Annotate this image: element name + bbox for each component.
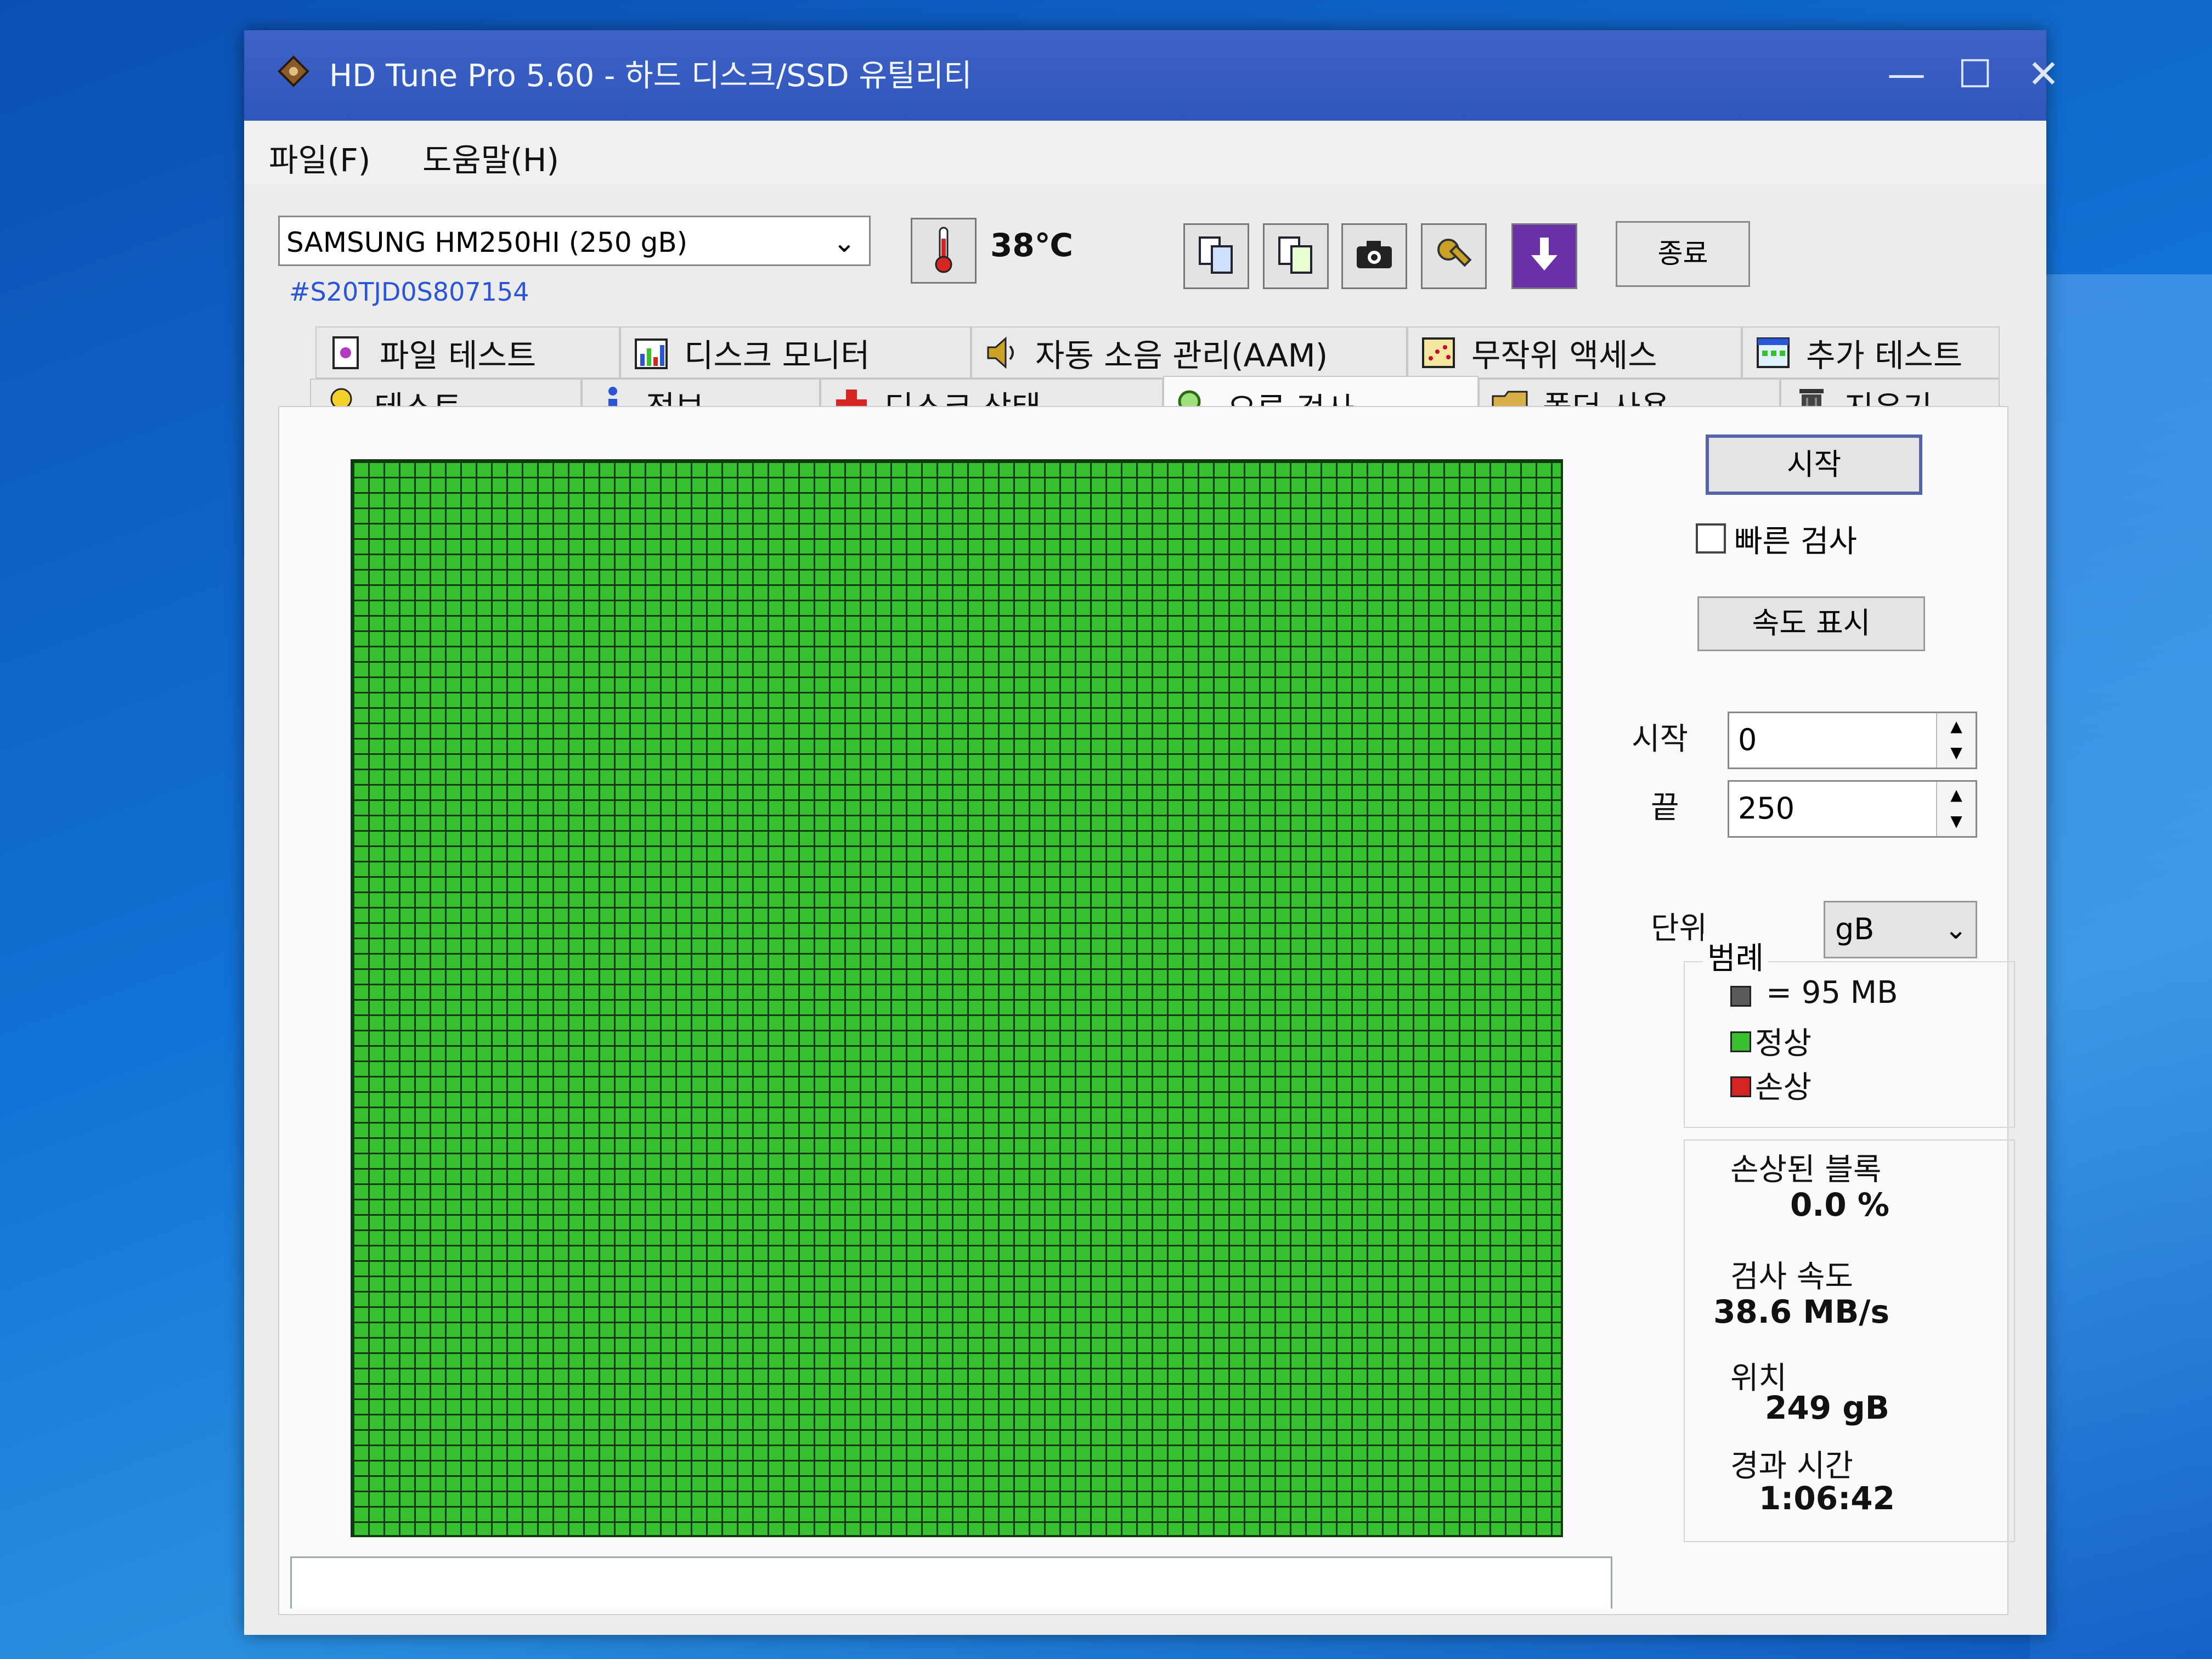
unit-label: 단위 [1651, 911, 1708, 946]
legend-damaged-label: 손상 [1755, 1070, 1812, 1105]
chevron-down-icon: ⌄ [833, 227, 856, 258]
elapsed-time-label: 경과 시간 [1730, 1448, 1853, 1484]
scan-speed-value: 38.6 MB/s [1713, 1293, 1889, 1330]
legend-ok-swatch [1730, 1031, 1751, 1052]
start-scan-button[interactable]: 시작 [1706, 435, 1922, 495]
drive-select-value: SAMSUNG HM250HI (250 gB) [286, 227, 688, 258]
extra-test-icon [1754, 334, 1792, 372]
end-spinner[interactable]: 250 ▲ ▼ [1728, 780, 1977, 838]
block-map-grid [351, 459, 1563, 1537]
wrench-icon [1432, 233, 1476, 279]
spinner-arrows-icon[interactable]: ▲ ▼ [1936, 782, 1976, 836]
scan-speed-label: 검사 속도 [1730, 1259, 1853, 1295]
disk-monitor-icon [632, 334, 670, 372]
drive-serial: #S20TJD0S807154 [289, 277, 529, 307]
copy-all-icon [1274, 233, 1318, 279]
legend-ok-label: 정상 [1755, 1026, 1812, 1062]
temperature-value: 38℃ [990, 227, 1073, 264]
exit-button[interactable]: 종료 [1616, 221, 1750, 287]
elapsed-time-value: 1:06:42 [1758, 1480, 1895, 1517]
menu-help[interactable]: 도움말(H) [422, 134, 559, 180]
tab-extra-tests[interactable]: 추가 테스트 [1742, 326, 2000, 379]
tab-disk-monitor[interactable]: 디스크 모니터 [620, 326, 971, 379]
camera-icon [1352, 233, 1396, 279]
tab-random-access[interactable]: 무작위 액세스 [1407, 326, 1742, 379]
minimize-button[interactable]: — [1871, 47, 1942, 101]
options-button[interactable] [1421, 223, 1487, 289]
close-button[interactable]: ✕ [2008, 47, 2079, 101]
window-title: HD Tune Pro 5.60 - 하드 디스크/SSD 유틸리티 [329, 58, 972, 94]
tab-aam[interactable]: 자동 소음 관리(AAM) [971, 326, 1407, 379]
screenshot-button[interactable] [1341, 223, 1407, 289]
download-arrow-icon [1522, 233, 1566, 279]
save-download-button[interactable] [1511, 223, 1577, 289]
end-value: 250 [1738, 791, 1795, 826]
drive-select[interactable]: SAMSUNG HM250HI (250 gB) ⌄ [278, 216, 871, 266]
unit-select[interactable]: gB ⌄ [1824, 901, 1977, 958]
unit-value: gB [1835, 912, 1875, 946]
end-label: 끝 [1651, 790, 1679, 826]
thermometer-icon [930, 225, 957, 276]
quick-scan-checkbox[interactable] [1696, 523, 1726, 554]
chevron-down-icon: ⌄ [1944, 913, 1967, 945]
copy-all-button[interactable] [1263, 223, 1329, 289]
legend-block-size: = 95 MB [1766, 975, 1898, 1011]
menu-bar: 파일(F) 도움말(H) [244, 121, 2046, 185]
spinner-arrows-icon[interactable]: ▲ ▼ [1936, 713, 1976, 768]
maximize-button[interactable]: ☐ [1939, 47, 2011, 101]
start-spinner[interactable]: 0 ▲ ▼ [1728, 712, 1977, 769]
damaged-blocks-label: 손상된 블록 [1730, 1152, 1882, 1188]
toolbar: SAMSUNG HM250HI (250 gB) ⌄ #S20TJD0S8071… [244, 184, 2046, 310]
speed-map-button[interactable]: 속도 표시 [1697, 596, 1925, 651]
position-value: 249 gB [1765, 1389, 1889, 1426]
file-test-icon [328, 334, 366, 372]
hdtune-app-icon [277, 55, 310, 88]
quick-scan-label: 빠른 검사 [1734, 524, 1857, 560]
random-access-icon [1419, 334, 1458, 372]
menu-file[interactable]: 파일(F) [269, 134, 370, 180]
desktop-light-beam [2030, 274, 2212, 1659]
start-value: 0 [1738, 723, 1757, 757]
legend-block-swatch [1730, 986, 1751, 1007]
damaged-blocks-value: 0.0 % [1790, 1186, 1889, 1223]
legend-damaged-swatch [1730, 1076, 1751, 1097]
speaker-icon [983, 334, 1022, 372]
copy-info-button[interactable] [1183, 223, 1249, 289]
title-bar[interactable]: HD Tune Pro 5.60 - 하드 디스크/SSD 유틸리티 — ☐ ✕ [244, 30, 2059, 121]
temperature-button[interactable] [911, 218, 977, 284]
status-area [290, 1556, 1612, 1609]
tab-file-test[interactable]: 파일 테스트 [315, 326, 620, 379]
legend-title: 범례 [1703, 934, 1769, 978]
hdtune-window: HD Tune Pro 5.60 - 하드 디스크/SSD 유틸리티 — ☐ ✕… [244, 30, 2059, 1635]
start-label: 시작 [1632, 721, 1689, 757]
error-scan-panel: 시작 빠른 검사 속도 표시 시작 0 ▲ ▼ 끝 250 ▲ ▼ 단위 gB ⌄ … [278, 406, 2015, 1615]
copy-icon [1194, 233, 1238, 279]
